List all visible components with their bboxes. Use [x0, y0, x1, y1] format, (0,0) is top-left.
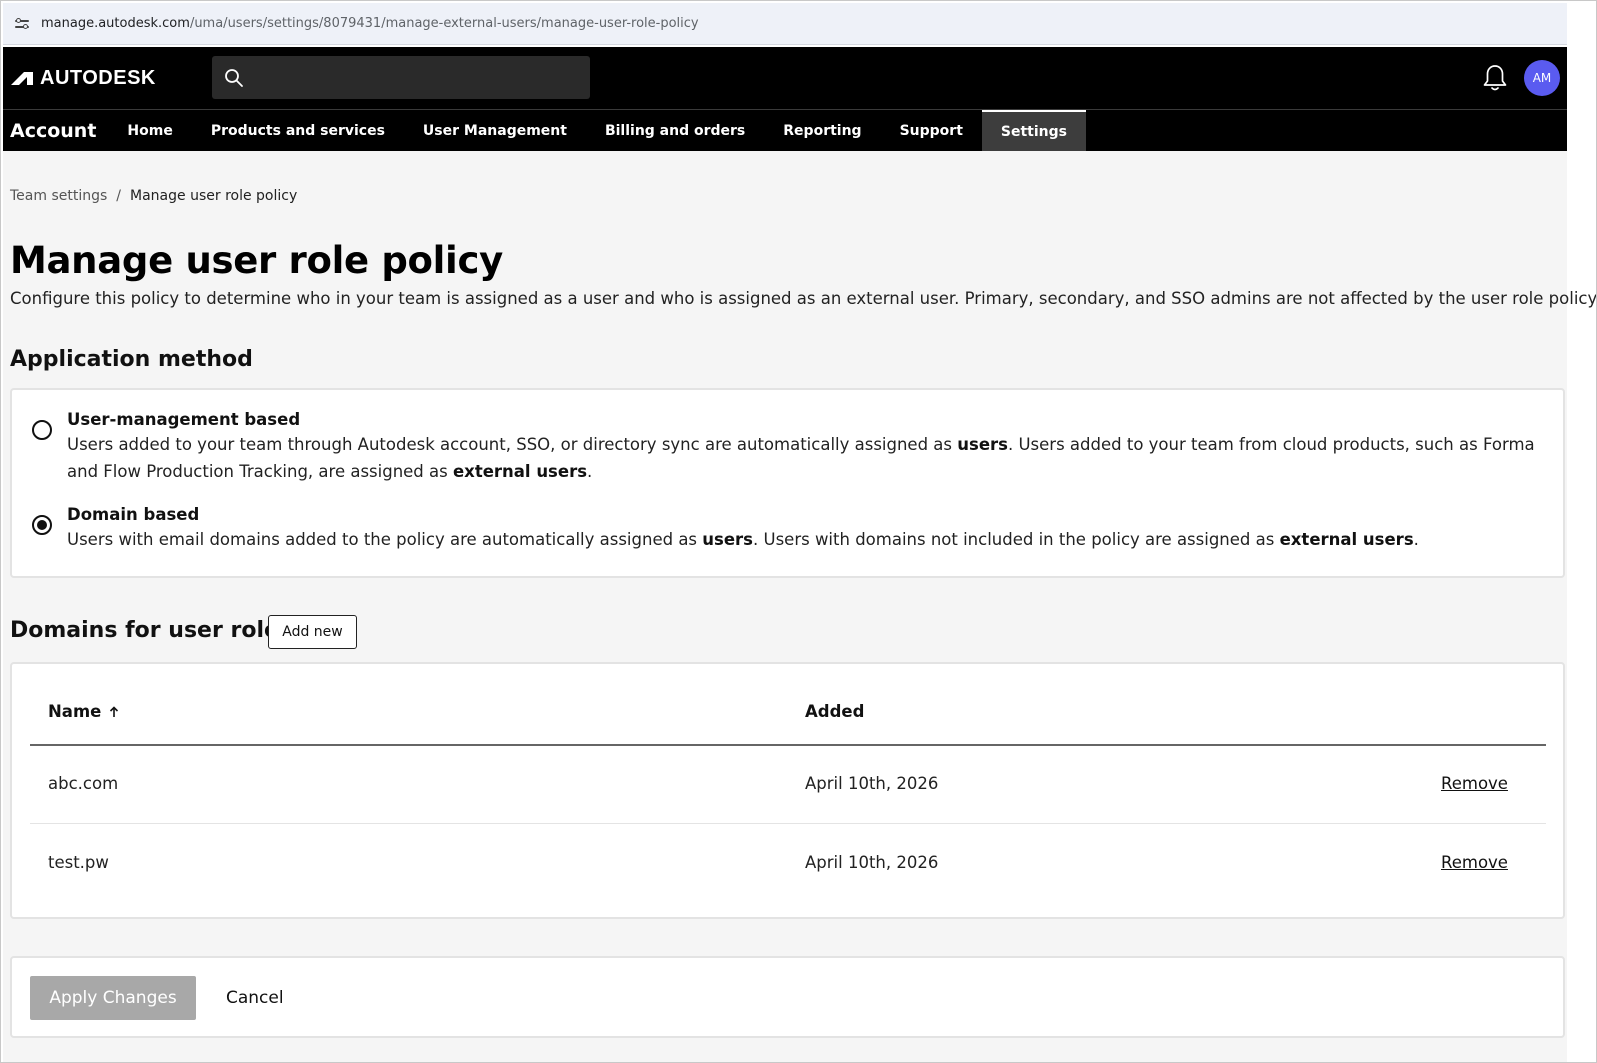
- breadcrumb-separator: /: [116, 188, 122, 204]
- breadcrumb-current: Manage user role policy: [130, 188, 298, 204]
- radio-domain-based[interactable]: [32, 515, 52, 535]
- tune-icon[interactable]: [15, 17, 29, 30]
- main-content: Team settings / Manage user role policy Ma…: [3, 151, 1596, 1062]
- avatar[interactable]: AM: [1524, 60, 1560, 96]
- domain-added-date: April 10th, 2026: [805, 774, 939, 793]
- bell-icon[interactable]: [1481, 63, 1509, 93]
- address-bar[interactable]: manage.autodesk.com/uma/users/settings/8…: [3, 3, 1567, 45]
- apply-changes-button[interactable]: Apply Changes: [30, 976, 196, 1020]
- actions-bar: Apply Changes Cancel: [10, 956, 1565, 1038]
- add-new-button[interactable]: Add new: [268, 615, 357, 649]
- column-header-added: Added: [805, 702, 865, 721]
- search-input[interactable]: [212, 56, 590, 99]
- domain-name: test.pw: [48, 853, 109, 872]
- table-header: Name Added: [30, 664, 1546, 746]
- remove-link[interactable]: Remove: [1441, 774, 1508, 793]
- nav-item-settings[interactable]: Settings: [981, 109, 1086, 152]
- nav-item-reporting[interactable]: Reporting: [764, 110, 880, 152]
- breadcrumb-team-settings[interactable]: Team settings: [10, 188, 107, 204]
- application-method-title: Application method: [10, 347, 253, 372]
- browser-window: manage.autodesk.com/uma/users/settings/8…: [0, 0, 1597, 1063]
- nav-item-home[interactable]: Home: [108, 110, 191, 152]
- page-title: Manage user role policy: [10, 239, 503, 282]
- breadcrumb: Team settings / Manage user role policy: [10, 188, 297, 204]
- nav-item-billing-and-orders[interactable]: Billing and orders: [586, 110, 764, 152]
- domains-table: Name Added abc.com April 10th, 2026 Remo…: [10, 662, 1565, 919]
- url-text[interactable]: manage.autodesk.com/uma/users/settings/8…: [41, 16, 699, 31]
- logo-text: AUTODESK: [40, 66, 156, 89]
- search-icon: [225, 68, 243, 87]
- table-row: test.pw April 10th, 2026 Remove: [30, 825, 1546, 903]
- radio-user-management-based[interactable]: [32, 420, 52, 440]
- arrow-up-icon: [110, 705, 119, 717]
- option-label: User-management based: [67, 410, 301, 429]
- top-header: AUTODESK AM: [3, 47, 1567, 109]
- option-domain-based[interactable]: Domain based Users with email domains ad…: [32, 493, 1537, 553]
- option-label: Domain based: [67, 505, 200, 524]
- option-user-management-based[interactable]: User-management based Users added to you…: [32, 398, 1537, 485]
- nav-item-support[interactable]: Support: [881, 110, 982, 152]
- application-method-card: User-management based Users added to you…: [10, 388, 1565, 578]
- option-description: Users added to your team through Autodes…: [67, 435, 1535, 481]
- nav-account-title[interactable]: Account: [10, 120, 96, 142]
- autodesk-logo-icon: [11, 72, 33, 85]
- column-header-name[interactable]: Name: [48, 702, 119, 721]
- nav-item-products-and-services[interactable]: Products and services: [192, 110, 404, 152]
- remove-link[interactable]: Remove: [1441, 853, 1508, 872]
- page-description: Configure this policy to determine who i…: [10, 289, 1597, 308]
- autodesk-logo[interactable]: AUTODESK: [10, 67, 156, 90]
- cancel-button[interactable]: Cancel: [226, 988, 284, 1008]
- nav-item-user-management[interactable]: User Management: [404, 110, 586, 152]
- domain-name: abc.com: [48, 774, 119, 793]
- domain-added-date: April 10th, 2026: [805, 853, 939, 872]
- table-row: abc.com April 10th, 2026 Remove: [30, 746, 1546, 824]
- domains-title: Domains for user role: [10, 618, 279, 643]
- main-nav: Account Home Products and services User …: [3, 109, 1567, 152]
- option-description: Users with email domains added to the po…: [67, 530, 1419, 549]
